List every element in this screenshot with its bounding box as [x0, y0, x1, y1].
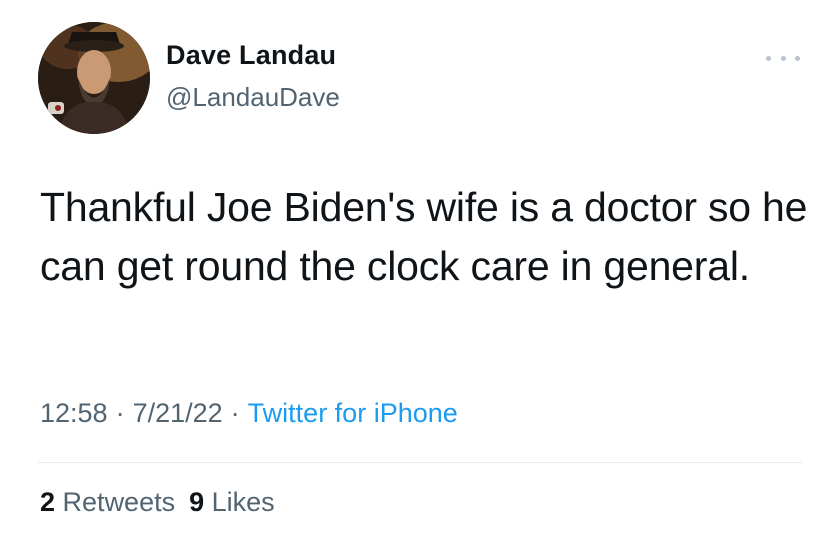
author-display-name[interactable]: Dave Landau — [166, 40, 336, 71]
retweets-count: 2 — [40, 487, 56, 517]
retweets-label: Retweets — [62, 487, 176, 517]
retweets-stat[interactable]: 2 Retweets — [40, 487, 175, 517]
tweet-text: Thankful Joe Biden's wife is a doctor so… — [40, 184, 808, 289]
tweet-card: Dave Landau @LandauDave Thankful Joe Bid… — [0, 0, 840, 541]
ellipsis-dot — [795, 55, 800, 61]
tweet-time[interactable]: 12:58 — [40, 398, 108, 428]
author-avatar[interactable] — [38, 22, 150, 134]
more-options-icon[interactable] — [766, 50, 800, 66]
divider — [38, 462, 802, 463]
ellipsis-dot — [766, 55, 771, 61]
profile-photo-icon — [38, 22, 150, 134]
likes-stat[interactable]: 9 Likes — [189, 487, 275, 517]
likes-count: 9 — [189, 487, 205, 517]
tweet-date[interactable]: 7/21/22 — [133, 398, 223, 428]
meta-separator: · — [115, 398, 125, 428]
tweet-meta: 12:58 · 7/21/22 · Twitter for iPhone — [40, 398, 458, 429]
tweet-stats: 2 Retweets 9 Likes — [40, 487, 275, 518]
ellipsis-dot — [780, 55, 786, 61]
tweet-source-link[interactable]: Twitter for iPhone — [248, 398, 458, 428]
meta-separator: · — [230, 398, 240, 428]
author-handle[interactable]: @LandauDave — [166, 82, 340, 113]
likes-label: Likes — [211, 487, 275, 517]
